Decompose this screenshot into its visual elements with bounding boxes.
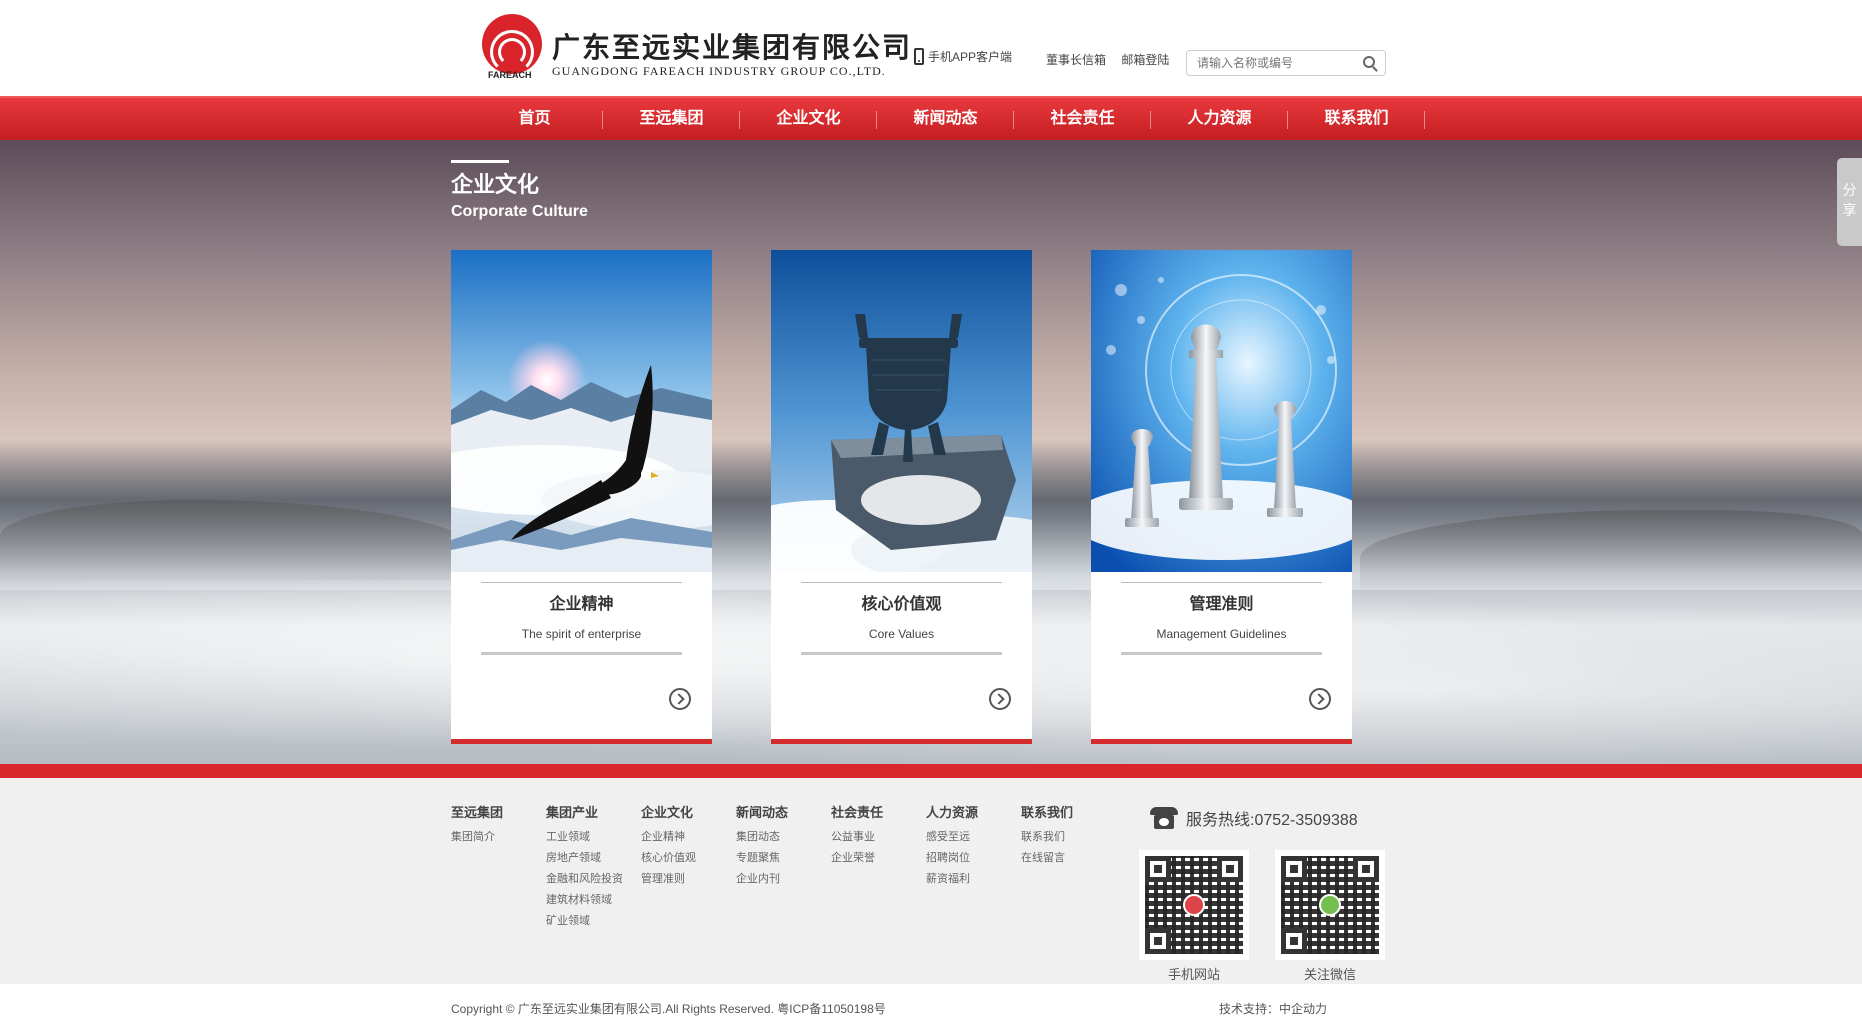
qr-caption-mobile: 手机网站 <box>1167 967 1220 982</box>
mobile-app-label: 手机APP客户端 <box>928 50 1013 64</box>
footer-link[interactable]: 金融和风险投资 <box>546 869 623 890</box>
search-icon[interactable] <box>1363 56 1375 68</box>
nav-item-group[interactable]: 至远集团 <box>603 98 740 140</box>
top-links: 董事长信箱 邮箱登陆 <box>1046 51 1181 68</box>
card-divider <box>801 582 1002 583</box>
qr-caption-wechat: 关注微信 <box>1303 967 1356 982</box>
footer-link[interactable]: 矿业领域 <box>546 911 623 932</box>
search-input[interactable] <box>1187 51 1347 75</box>
card-divider <box>1121 652 1322 655</box>
chairman-mailbox-link[interactable]: 董事长信箱 <box>1046 53 1106 67</box>
arrow-right-circle-icon[interactable] <box>669 688 691 710</box>
footer-link[interactable]: 企业精神 <box>641 827 696 848</box>
footer-column: 社会责任 公益事业 企业荣誉 <box>831 802 883 869</box>
footer-column: 集团产业 工业领域 房地产领域 金融和风险投资 建筑材料领域 矿业领域 <box>546 802 623 932</box>
share-label-2: 享 <box>1842 202 1857 218</box>
culture-card-values[interactable]: 核心价值观 Core Values <box>771 250 1032 744</box>
footer-link[interactable]: 企业荣誉 <box>831 848 883 869</box>
copyright-text: Copyright © 广东至远实业集团有限公司.All Rights Rese… <box>451 1002 886 1016</box>
footer-link[interactable]: 集团简介 <box>451 827 503 848</box>
nav-item-contact[interactable]: 联系我们 <box>1288 98 1425 140</box>
card-divider <box>481 652 682 655</box>
company-name-cn: 广东至远实业集团有限公司 <box>552 31 913 64</box>
culture-card-spirit[interactable]: 企业精神 The spirit of enterprise <box>451 250 712 744</box>
footer-link[interactable]: 企业内刊 <box>736 869 788 890</box>
mobile-site-qr-code <box>1139 850 1249 960</box>
site-header: FAREACH 广东至远实业集团有限公司 GUANGDONG FAREACH I… <box>0 0 1862 96</box>
nav-item-hr[interactable]: 人力资源 <box>1151 98 1288 140</box>
footer-link[interactable]: 管理准则 <box>641 869 696 890</box>
footer-link[interactable]: 感受至远 <box>926 827 978 848</box>
card-divider <box>801 652 1002 655</box>
footer-link[interactable]: 联系我们 <box>1021 827 1073 848</box>
footer-link[interactable]: 公益事业 <box>831 827 883 848</box>
arrow-right-circle-icon[interactable] <box>989 688 1011 710</box>
eagle-image <box>451 250 712 572</box>
tech-support-text[interactable]: 技术支持：中企动力 <box>1219 1000 1327 1017</box>
card-subtitle: Core Values <box>868 627 935 641</box>
logo-text: FAREACH <box>488 70 532 80</box>
footer-link[interactable]: 在线留言 <box>1021 848 1073 869</box>
chess-image <box>1091 250 1352 572</box>
footer-column-title[interactable]: 人力资源 <box>926 802 978 821</box>
footer-column-title[interactable]: 企业文化 <box>641 802 696 821</box>
footer-link[interactable]: 薪资福利 <box>926 869 978 890</box>
section-underline <box>451 160 509 163</box>
footer-link[interactable]: 建筑材料领域 <box>546 890 623 911</box>
card-title: 企业精神 <box>549 596 614 613</box>
share-button[interactable]: 分 享 <box>1837 158 1862 246</box>
section-title-cn: 企业文化 <box>451 172 540 197</box>
wechat-qr-code <box>1275 850 1385 960</box>
footer-column-title[interactable]: 新闻动态 <box>736 802 788 821</box>
footer-link[interactable]: 集团动态 <box>736 827 788 848</box>
tripod-image <box>771 250 1032 572</box>
footer-divider <box>0 764 1862 778</box>
section-title-en: Corporate Culture <box>451 203 588 220</box>
nav-item-home[interactable]: 首页 <box>466 98 603 140</box>
logo-emblem <box>482 14 542 74</box>
company-name-en: GUANGDONG FAREACH INDUSTRY GROUP CO.,LTD… <box>552 64 886 78</box>
culture-card-guidelines[interactable]: 管理准则 Management Guidelines <box>1091 250 1352 744</box>
nav-item-responsibility[interactable]: 社会责任 <box>1014 98 1151 140</box>
footer-column: 企业文化 企业精神 核心价值观 管理准则 <box>641 802 696 890</box>
company-logo[interactable]: FAREACH <box>482 14 542 82</box>
nav-item-news[interactable]: 新闻动态 <box>877 98 1014 140</box>
mail-login-link[interactable]: 邮箱登陆 <box>1121 53 1169 67</box>
site-footer: 至远集团 集团简介 集团产业 工业领域 房地产领域 金融和风险投资 建筑材料领域… <box>0 778 1862 984</box>
arrow-right-circle-icon[interactable] <box>1309 688 1331 710</box>
card-subtitle: Management Guidelines <box>1156 627 1287 641</box>
footer-column: 联系我们 联系我们 在线留言 <box>1021 802 1073 869</box>
mobile-phone-icon <box>914 48 924 65</box>
footer-link[interactable]: 核心价值观 <box>641 848 696 869</box>
card-divider <box>481 582 682 583</box>
card-title: 核心价值观 <box>861 596 942 613</box>
share-label-1: 分 <box>1842 182 1857 198</box>
card-subtitle: The spirit of enterprise <box>521 627 642 641</box>
footer-column-title[interactable]: 至远集团 <box>451 802 503 821</box>
footer-link[interactable]: 专题聚焦 <box>736 848 788 869</box>
footer-column-title[interactable]: 集团产业 <box>546 802 623 821</box>
footer-column-title[interactable]: 联系我们 <box>1021 802 1073 821</box>
footer-column: 至远集团 集团简介 <box>451 802 503 848</box>
nav-item-culture[interactable]: 企业文化 <box>740 98 877 140</box>
footer-column-title[interactable]: 社会责任 <box>831 802 883 821</box>
mobile-app-link[interactable]: 手机APP客户端 <box>914 48 1012 65</box>
footer-link[interactable]: 房地产领域 <box>546 848 623 869</box>
card-title: 管理准则 <box>1189 596 1254 613</box>
telephone-icon <box>1148 807 1180 829</box>
hotline-text: 服务热线:0752-3509388 <box>1186 812 1358 829</box>
service-hotline: 服务热线:0752-3509388 <box>1148 806 1358 830</box>
search-box <box>1186 50 1386 76</box>
card-divider <box>1121 582 1322 583</box>
footer-link[interactable]: 招聘岗位 <box>926 848 978 869</box>
footer-link[interactable]: 工业领域 <box>546 827 623 848</box>
copyright-bar: Copyright © 广东至远实业集团有限公司.All Rights Rese… <box>0 984 1862 1020</box>
footer-column: 人力资源 感受至远 招聘岗位 薪资福利 <box>926 802 978 890</box>
footer-column: 新闻动态 集团动态 专题聚焦 企业内刊 <box>736 802 788 890</box>
section-heading: 企业文化 Corporate Culture <box>451 160 588 221</box>
main-nav: 首页 至远集团 企业文化 新闻动态 社会责任 人力资源 联系我们 <box>0 96 1862 140</box>
